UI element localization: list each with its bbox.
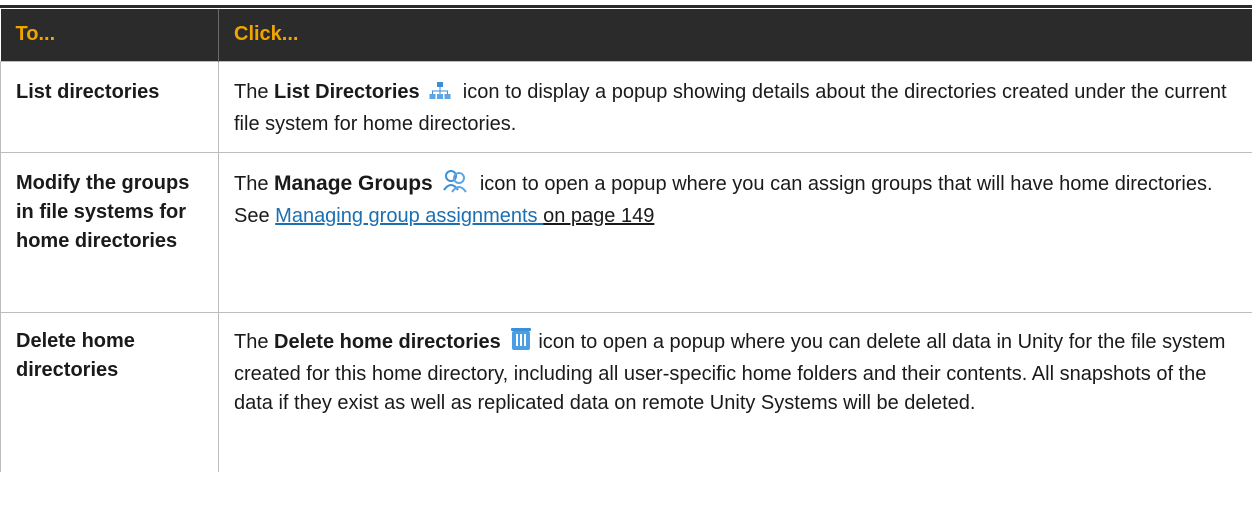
row-task: Delete home directories <box>0 312 219 472</box>
list-directories-icon <box>429 81 451 110</box>
command-name: Manage Groups <box>274 171 433 195</box>
header-to: To... <box>0 9 219 61</box>
table-header-row: To... Click... <box>0 9 1252 61</box>
commands-table: To... Click... List directories The List… <box>0 9 1252 472</box>
manage-groups-icon <box>442 169 468 202</box>
page-reference: on page 149 <box>543 204 655 227</box>
table-row: Delete home directories The Delete home … <box>0 312 1252 472</box>
managing-group-assignments-link[interactable]: Managing group assignments <box>275 205 543 227</box>
row-task: List directories <box>0 61 219 153</box>
table-row: List directories The List Directories ic… <box>0 61 1252 153</box>
command-name: List Directories <box>274 80 420 103</box>
row-description: The Delete home directories icon to open… <box>219 312 1252 472</box>
table-row: Modify the groups in file systems for ho… <box>0 152 1252 313</box>
header-click: Click... <box>234 23 299 46</box>
row-description: The Manage Groups icon to open a popup w… <box>218 152 1252 313</box>
desc-prefix: The <box>234 172 275 195</box>
row-task: Modify the groups in file systems for ho… <box>0 152 219 313</box>
desc-prefix: The <box>234 80 275 103</box>
trash-icon <box>510 327 532 360</box>
command-name: Delete home directories <box>274 330 501 353</box>
top-rule <box>0 5 1252 8</box>
desc-prefix: The <box>234 330 275 353</box>
row-description: The List Directories icon to display a p… <box>218 61 1252 153</box>
